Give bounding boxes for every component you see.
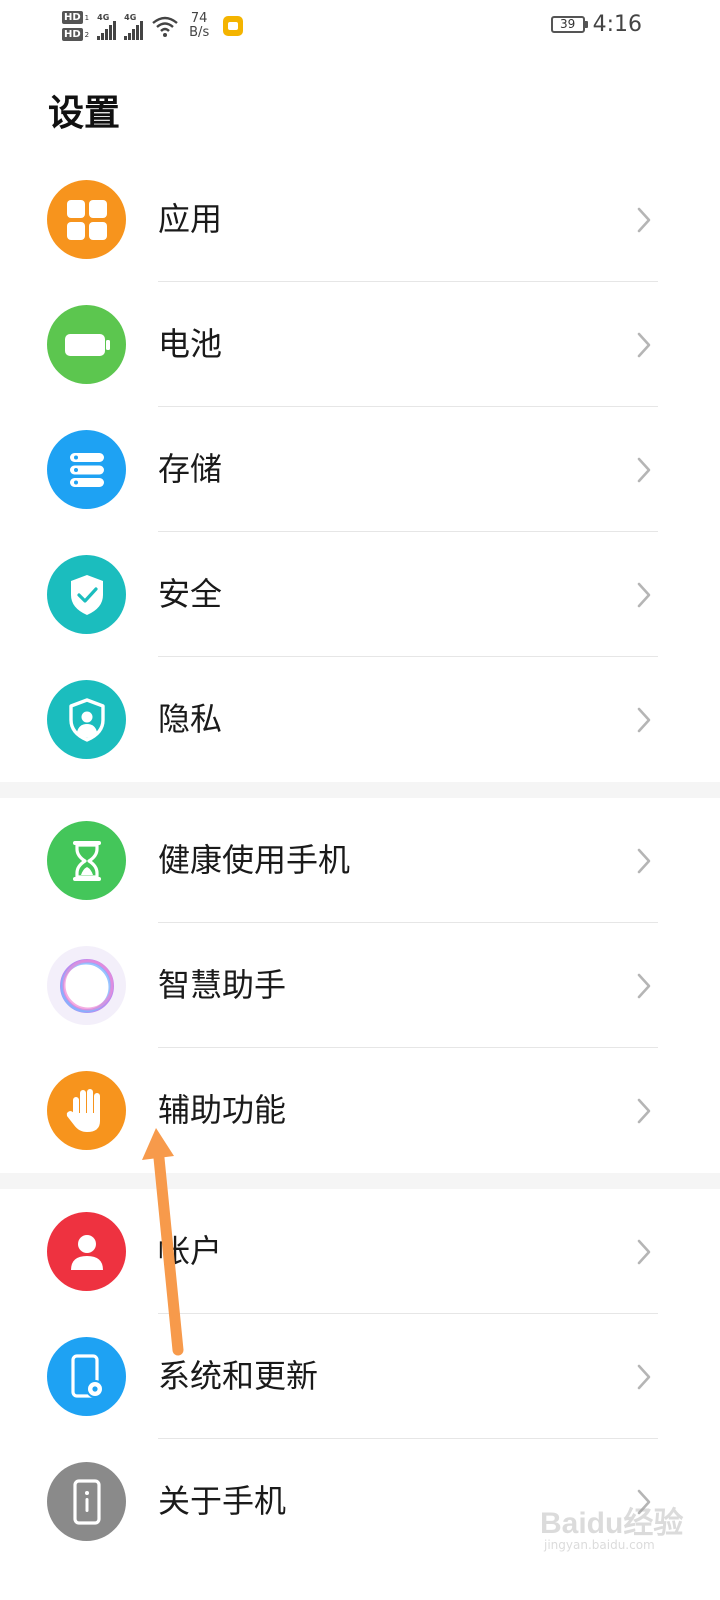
settings-item-privacy[interactable]: 隐私: [0, 657, 720, 782]
chevron-right-icon: [637, 582, 651, 608]
hd-index-2: 2: [84, 30, 90, 39]
hd-badge-1: HD: [62, 11, 83, 24]
status-bar: HD 1 HD 2 4G 4G 74 B/s 39 4:16: [0, 0, 720, 52]
settings-item-label: 存储: [158, 450, 223, 488]
apps-icon: [47, 180, 126, 259]
hourglass-icon: [47, 821, 126, 900]
page-title: 设置: [48, 93, 121, 134]
hd-badge-2: HD: [62, 28, 83, 41]
hd-sim1: HD 1: [62, 11, 89, 24]
settings-item-label: 关于手机: [158, 1482, 287, 1520]
watermark: Baidu经验 jingyan.baidu.com: [540, 1492, 710, 1562]
hand-icon: [47, 1071, 126, 1150]
chevron-right-icon: [637, 848, 651, 874]
chevron-right-icon: [637, 1239, 651, 1265]
about-phone-icon: [47, 1462, 126, 1541]
chevron-right-icon: [637, 457, 651, 483]
storage-icon: [47, 430, 126, 509]
settings-item-smart-assistant[interactable]: 智慧助手: [0, 923, 720, 1048]
settings-item-label: 应用: [158, 200, 223, 238]
chevron-right-icon: [637, 1098, 651, 1124]
settings-list: 应用 电池 存储 安全 隐私 健康使用手机 智慧助手 辅助功能 帐户 系统和更新…: [0, 157, 720, 1564]
network-speed-value: 74: [190, 11, 208, 26]
watermark-text: Baidu经验: [540, 1507, 684, 1540]
settings-item-label: 健康使用手机: [158, 841, 351, 879]
security-shield-icon: [47, 555, 126, 634]
battery-icon: [47, 305, 126, 384]
account-icon: [47, 1212, 126, 1291]
settings-item-storage[interactable]: 存储: [0, 407, 720, 532]
settings-item-label: 帐户: [158, 1232, 223, 1270]
settings-item-accessibility[interactable]: 辅助功能: [0, 1048, 720, 1173]
settings-item-digital-balance[interactable]: 健康使用手机: [0, 798, 720, 923]
network-type-2: 4G: [124, 12, 137, 22]
watermark-subtext: jingyan.baidu.com: [544, 1538, 655, 1552]
signal-1-icon: 4G: [97, 12, 117, 40]
signal-2-icon: 4G: [124, 12, 144, 40]
settings-item-label: 辅助功能: [158, 1091, 287, 1129]
chevron-right-icon: [637, 973, 651, 999]
network-speed-unit: B/s: [189, 25, 210, 40]
settings-item-label: 隐私: [158, 700, 223, 738]
privacy-icon: [47, 680, 126, 759]
settings-item-apps[interactable]: 应用: [0, 157, 720, 282]
system-update-icon: [47, 1337, 126, 1416]
settings-item-system-update[interactable]: 系统和更新: [0, 1314, 720, 1439]
settings-item-label: 系统和更新: [158, 1357, 319, 1395]
settings-item-battery[interactable]: 电池: [0, 282, 720, 407]
hd-sim2: HD 2: [62, 28, 89, 41]
hd-indicators: HD 1 HD 2: [62, 11, 89, 41]
clock: 4:16: [592, 12, 642, 37]
settings-item-account[interactable]: 帐户: [0, 1189, 720, 1314]
chevron-right-icon: [637, 332, 651, 358]
network-speed: 74 B/s: [189, 12, 209, 40]
settings-item-label: 安全: [158, 575, 223, 613]
status-bar-left: HD 1 HD 2 4G 4G 74 B/s: [62, 6, 244, 46]
app-notification-icon: [223, 16, 244, 36]
section-gap: [0, 782, 720, 798]
network-type-1: 4G: [97, 12, 110, 22]
hd-index-1: 1: [84, 13, 90, 22]
section-gap: [0, 1173, 720, 1189]
smart-assistant-icon: [47, 946, 126, 1025]
chevron-right-icon: [637, 207, 651, 233]
wifi-icon: [152, 16, 178, 37]
chevron-right-icon: [637, 707, 651, 733]
settings-item-label: 智慧助手: [158, 966, 287, 1004]
chevron-right-icon: [637, 1364, 651, 1390]
status-bar-right: 39 4:16: [550, 12, 642, 37]
settings-item-security[interactable]: 安全: [0, 532, 720, 657]
settings-item-label: 电池: [158, 325, 223, 363]
battery-indicator: 39: [550, 16, 588, 33]
